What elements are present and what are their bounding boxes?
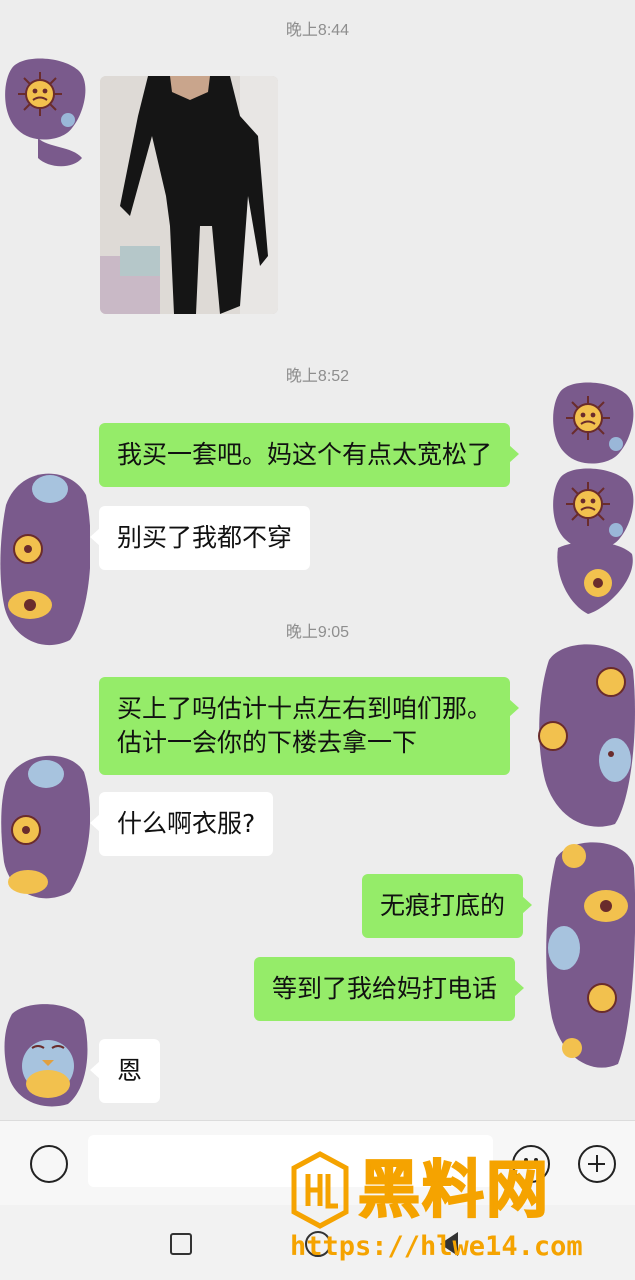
chat-area[interactable]: 晚上8:44 晚上8:52 我买一套吧。妈这个有点太宽松了 别买了我都不穿 晚上… [0,0,635,1120]
message-line: 买上了吗估计十点左右到咱们那。 [117,694,493,723]
contact-avatar[interactable] [2,1004,88,1108]
timestamp: 晚上8:44 [285,22,350,39]
contact-avatar[interactable] [2,58,88,170]
timestamp: 晚上9:05 [285,624,350,641]
photo-message[interactable] [100,76,278,314]
my-avatar[interactable] [535,640,635,830]
incoming-message[interactable]: 什么啊衣服? [89,792,274,856]
contact-avatar[interactable] [0,752,90,902]
photo-thumbnail [100,76,278,314]
recent-apps-icon[interactable] [170,1233,192,1255]
outgoing-message[interactable]: 我买一套吧。妈这个有点太宽松了 [99,423,520,487]
watermark-url: https://hlwe14.com [290,1231,583,1262]
incoming-message[interactable]: 别买了我都不穿 [89,506,311,570]
my-avatar[interactable] [548,378,635,618]
watermark-title: 黑料网 [357,1152,551,1227]
outgoing-message[interactable]: 等到了我给妈打电话 [254,957,525,1021]
watermark-logo-icon [291,1151,349,1229]
watermark: 黑料网 https://hlwe14.com [290,1150,635,1265]
voice-icon[interactable] [30,1145,68,1183]
incoming-message[interactable]: 恩 [89,1039,161,1103]
message-line: 估计一会你的下楼去拿一下 [117,728,418,757]
timestamp: 晚上8:52 [285,368,350,385]
my-avatar[interactable] [542,838,635,1073]
outgoing-message[interactable]: 买上了吗估计十点左右到咱们那。 估计一会你的下楼去拿一下 [99,677,520,775]
outgoing-message[interactable]: 无痕打底的 [362,874,533,938]
